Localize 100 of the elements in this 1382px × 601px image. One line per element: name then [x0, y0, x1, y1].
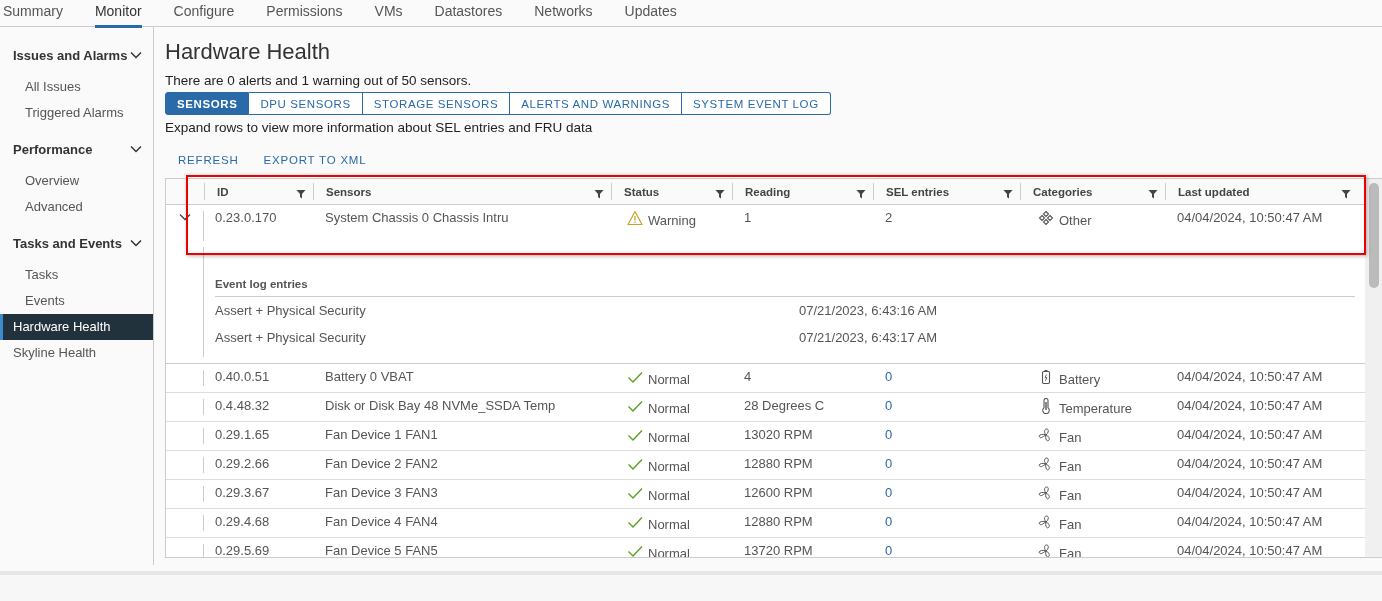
checkmark-icon — [627, 543, 643, 557]
filter-icon[interactable] — [1148, 188, 1158, 199]
status-label: Normal — [648, 372, 690, 387]
sidebar-item[interactable]: Advanced — [0, 194, 153, 220]
filter-icon[interactable] — [715, 188, 725, 199]
table-cell: 04/04/2024, 10:50:47 AM — [1177, 456, 1323, 471]
nav-tab[interactable]: VMs — [374, 0, 403, 28]
sel-count-link[interactable]: 0 — [885, 398, 893, 413]
table-row[interactable]: 0.29.4.68 Fan Device 4 FAN4 Normal 12880 RPM 0 Fan 04/04/2024, 10:50:47 AM — [166, 509, 1365, 538]
nav-tab[interactable]: Configure — [173, 0, 235, 28]
nav-tab[interactable]: Networks — [534, 0, 593, 28]
view-tab[interactable]: STORAGE SENSORS — [362, 92, 511, 115]
table-cell: Fan Device 5 FAN5 — [325, 543, 438, 557]
nav-tab[interactable]: Permissions — [266, 0, 343, 28]
category-label: Fan — [1059, 430, 1082, 445]
table-cell: 04/04/2024, 10:50:47 AM — [1177, 485, 1323, 500]
category-label: Fan — [1059, 517, 1082, 532]
sidebar-item[interactable]: Events — [0, 288, 153, 314]
status-label: Normal — [648, 430, 690, 445]
status-label: Normal — [648, 459, 690, 474]
sidebar-item[interactable]: Tasks — [0, 262, 153, 288]
nav-tab[interactable]: Updates — [624, 0, 677, 28]
checkmark-icon — [627, 456, 643, 472]
category-label: Temperature — [1059, 401, 1132, 416]
sel-count-link[interactable]: 0 — [885, 485, 893, 500]
table-row[interactable]: 0.23.0.170 System Chassis 0 Chassis Intru Warning 1 2 Other 04/04/2024, 10:50:47 AM — [166, 205, 1365, 247]
table-cell: 04/04/2024, 10:50:47 AM — [1177, 514, 1323, 529]
hint-text: Expand rows to view more information about SEL entries and FRU data — [165, 120, 594, 135]
category-label: Other — [1059, 213, 1092, 228]
chevron-down-icon[interactable] — [178, 211, 191, 223]
view-tab[interactable]: DPU SENSORS — [249, 92, 363, 115]
column-header: SEL entries — [886, 185, 950, 198]
status-label: Warning — [648, 213, 696, 228]
table-cell: 12600 RPM — [744, 485, 813, 500]
sidebar-item[interactable]: Hardware Health — [0, 314, 153, 340]
table-cell: 0.4.48.32 — [215, 398, 270, 413]
checkmark-icon — [627, 514, 643, 530]
sidebar-group-header[interactable]: Issues and Alarms — [0, 41, 153, 69]
sidebar-group-header[interactable]: Tasks and Events — [0, 229, 153, 257]
checkmark-icon — [627, 427, 643, 443]
sel-count-link[interactable]: 0 — [885, 427, 893, 442]
table-cell: 12880 RPM — [744, 456, 813, 471]
filter-icon[interactable] — [594, 188, 604, 199]
action-link[interactable]: EXPORT TO XML — [263, 154, 367, 178]
checkmark-icon — [627, 398, 643, 414]
table-cell: 28 Degrees C — [744, 398, 825, 413]
column-header: Categories — [1033, 185, 1093, 198]
sel-count-link[interactable]: 0 — [885, 514, 893, 529]
sidebar-item[interactable]: Triggered Alarms — [0, 100, 153, 126]
table-cell: 0.29.3.67 — [215, 485, 270, 500]
column-header: Sensors — [326, 185, 372, 198]
filter-icon[interactable] — [856, 188, 866, 199]
table-cell: 0.29.1.65 — [215, 427, 270, 442]
event-time: 07/21/2023, 6:43:16 AM — [799, 303, 938, 318]
action-link[interactable]: REFRESH — [178, 154, 239, 178]
view-tab[interactable]: ALERTS AND WARNINGS — [510, 92, 682, 115]
event-entry: Assert + Physical Security — [215, 303, 367, 318]
nav-tab[interactable]: Datastores — [434, 0, 503, 28]
filter-icon[interactable] — [1341, 188, 1351, 199]
page-title: Hardware Health — [165, 39, 332, 66]
table-cell: Disk or Disk Bay 48 NVMe_SSDA Temp — [325, 398, 556, 413]
table-cell: 04/04/2024, 10:50:47 AM — [1177, 398, 1323, 413]
table-cell: System Chassis 0 Chassis Intru — [325, 210, 509, 225]
event-entry: Assert + Physical Security — [215, 330, 367, 345]
category-label: Battery — [1059, 372, 1101, 387]
checkmark-icon — [627, 485, 643, 501]
sidebar-item[interactable]: Skyline Health — [0, 340, 153, 366]
table-row[interactable]: 0.29.1.65 Fan Device 1 FAN1 Normal 13020 RPM 0 Fan 04/04/2024, 10:50:47 AM — [166, 422, 1365, 451]
table-cell: 0.29.5.69 — [215, 543, 270, 557]
table-cell: 13020 RPM — [744, 427, 813, 442]
diamond-cluster-icon — [1038, 210, 1054, 226]
sidebar-group-header[interactable]: Performance — [0, 135, 153, 163]
column-header: ID — [217, 185, 229, 198]
status-label: Normal — [648, 517, 690, 532]
scrollbar[interactable] — [1365, 179, 1382, 557]
column-header: Status — [624, 185, 660, 198]
table-cell: Fan Device 1 FAN1 — [325, 427, 438, 442]
table-cell: 04/04/2024, 10:50:47 AM — [1177, 369, 1323, 384]
view-tab[interactable]: SENSORS — [165, 92, 250, 115]
table-row[interactable]: 0.29.3.67 Fan Device 3 FAN3 Normal 12600 RPM 0 Fan 04/04/2024, 10:50:47 AM — [166, 480, 1365, 509]
table-row[interactable]: 0.29.2.66 Fan Device 2 FAN2 Normal 12880 RPM 0 Fan 04/04/2024, 10:50:47 AM — [166, 451, 1365, 480]
sel-count-link[interactable]: 0 — [885, 369, 893, 384]
table-row[interactable]: 0.40.0.51 Battery 0 VBAT Normal 4 0 Battery 04/04/2024, 10:50:47 AM — [166, 364, 1365, 393]
table-cell: 12880 RPM — [744, 514, 813, 529]
nav-tab[interactable]: Monitor — [94, 0, 142, 28]
filter-icon[interactable] — [296, 188, 306, 199]
table-cell: 13720 RPM — [744, 543, 813, 557]
sidebar-item[interactable]: Overview — [0, 168, 153, 194]
nav-tab[interactable]: Summary — [3, 0, 63, 28]
sel-count-link[interactable]: 0 — [885, 456, 893, 471]
view-tab[interactable]: SYSTEM EVENT LOG — [682, 92, 831, 115]
column-header: Reading — [745, 185, 791, 198]
filter-icon[interactable] — [1003, 188, 1013, 199]
sidebar-item[interactable]: All Issues — [0, 74, 153, 100]
scrollbar-thumb[interactable] — [1369, 183, 1379, 288]
summary-text: There are 0 alerts and 1 warning out of 50 sensors. — [165, 73, 473, 88]
sel-count-link[interactable]: 0 — [885, 543, 893, 557]
table-row[interactable]: 0.4.48.32 Disk or Disk Bay 48 NVMe_SSDA Temp Normal 28 Degrees C 0 Temperature 04/04/2024, 10:50:47 AM — [166, 393, 1365, 422]
warning-icon — [627, 210, 643, 226]
category-label: Fan — [1059, 459, 1082, 474]
